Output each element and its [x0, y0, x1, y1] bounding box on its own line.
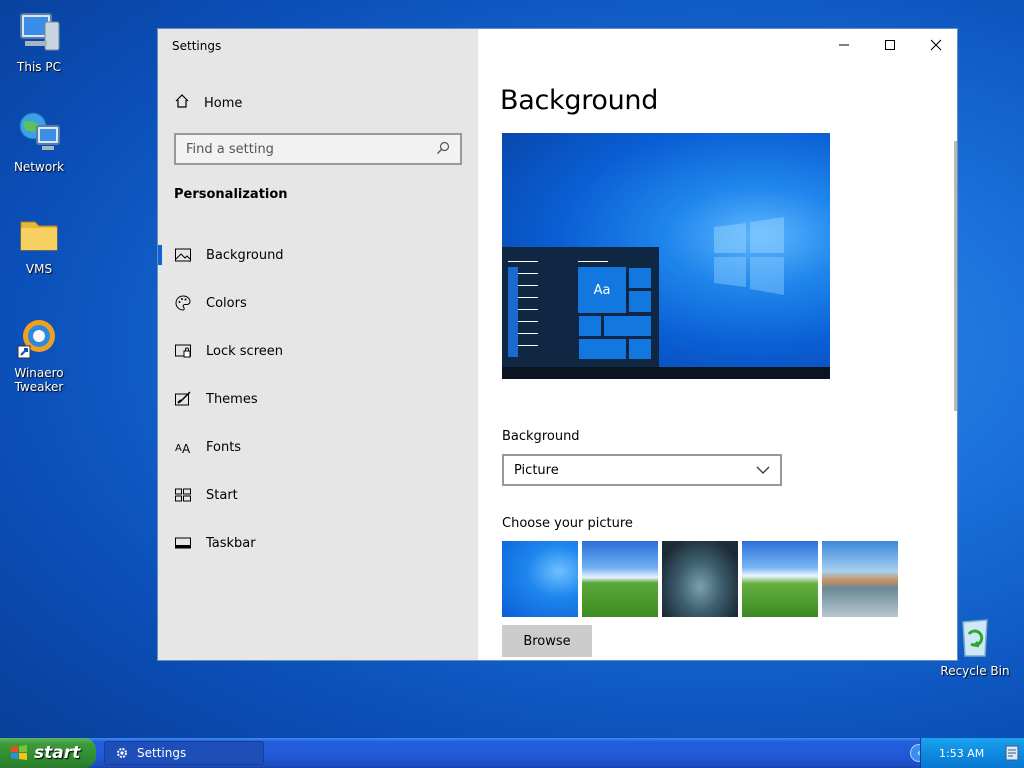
start-button[interactable]: start	[0, 738, 96, 768]
background-type-dropdown[interactable]: Picture	[502, 454, 782, 486]
windows-logo-icon	[714, 217, 784, 295]
close-button[interactable]	[913, 29, 957, 61]
svg-text:A: A	[182, 442, 191, 456]
navigation-pane: Settings Home Personalization Background	[158, 29, 478, 660]
palette-icon	[174, 294, 192, 312]
action-center-icon[interactable]	[1005, 745, 1019, 761]
nav-item-label: Taskbar	[206, 535, 256, 551]
nav-item-themes[interactable]: Themes	[158, 375, 478, 423]
picture-thumbnail[interactable]	[742, 541, 818, 617]
search-icon[interactable]	[436, 140, 450, 159]
browse-button[interactable]: Browse	[502, 625, 592, 657]
picture-thumbnail[interactable]	[822, 541, 898, 617]
taskbar: start Settings ‹ 1:53 AM	[0, 738, 1024, 768]
window-title: Settings	[172, 39, 222, 53]
nav-item-label: Background	[206, 247, 284, 263]
section-heading: Personalization	[174, 187, 288, 202]
background-type-label: Background	[502, 429, 580, 444]
preview-start-menu: Aa	[502, 247, 659, 369]
page-title: Background	[500, 85, 659, 116]
desktop-icon-vms[interactable]: VMS	[1, 210, 77, 276]
nav-item-label: Colors	[206, 295, 247, 311]
nav-item-label: Start	[206, 487, 238, 503]
content-scrollbar[interactable]	[954, 141, 957, 411]
clock[interactable]: 1:53 AM	[939, 747, 984, 760]
picture-thumbnail[interactable]	[502, 541, 578, 617]
desktop-icon-label: VMS	[25, 262, 53, 276]
desktop-icon-label: Network	[13, 160, 65, 174]
background-preview: Aa	[502, 133, 830, 379]
desktop-icon-label: Winaero Tweaker	[14, 366, 64, 394]
chevron-down-icon	[756, 466, 770, 474]
choose-picture-label: Choose your picture	[502, 516, 633, 531]
home-icon	[174, 93, 190, 113]
windows-flag-icon	[11, 745, 27, 760]
gear-icon	[117, 748, 127, 758]
nav-item-label: Themes	[206, 391, 258, 407]
nav-item-label: Lock screen	[206, 343, 283, 359]
start-icon	[174, 486, 192, 504]
nav-home-label: Home	[204, 95, 243, 111]
desktop-icon-winaero-tweaker[interactable]: Winaero Tweaker	[1, 314, 77, 394]
nav-item-background[interactable]: Background	[158, 231, 478, 279]
network-icon	[15, 108, 63, 156]
picture-thumbnail[interactable]	[662, 541, 738, 617]
close-icon	[930, 39, 942, 51]
minimize-button[interactable]	[821, 29, 867, 61]
nav-item-lock-screen[interactable]: Lock screen	[158, 327, 478, 375]
nav-item-taskbar[interactable]: Taskbar	[158, 519, 478, 567]
picture-thumbnails	[502, 541, 898, 617]
background-icon	[174, 246, 192, 264]
fonts-icon: AA	[174, 438, 192, 456]
preview-taskbar	[502, 367, 830, 379]
desktop-icon-this-pc[interactable]: This PC	[1, 8, 77, 74]
search-box[interactable]	[174, 133, 462, 165]
svg-text:A: A	[175, 443, 182, 454]
minimize-icon	[839, 44, 849, 46]
winaero-tweaker-icon	[15, 314, 63, 362]
lock-screen-icon	[174, 342, 192, 360]
desktop-icon-network[interactable]: Network	[1, 108, 77, 174]
nav-home[interactable]: Home	[174, 91, 242, 115]
desktop-icon-label: This PC	[17, 60, 61, 74]
maximize-button[interactable]	[867, 29, 913, 61]
system-tray: 1:53 AM	[920, 738, 1024, 768]
taskbar-item-label: Settings	[137, 746, 187, 760]
nav-item-colors[interactable]: Colors	[158, 279, 478, 327]
nav-item-label: Fonts	[206, 439, 242, 455]
taskbar-icon	[174, 534, 192, 552]
nav-list: Background Colors Lock screen Themes A A…	[158, 231, 478, 567]
recycle-bin-icon	[951, 612, 999, 660]
maximize-icon	[885, 40, 895, 50]
taskbar-item-settings[interactable]: Settings	[104, 741, 264, 765]
nav-item-fonts[interactable]: AA Fonts	[158, 423, 478, 471]
settings-window: Settings Home Personalization Background	[157, 28, 958, 661]
folder-icon	[15, 210, 63, 258]
search-input[interactable]	[186, 141, 436, 157]
themes-icon	[174, 390, 192, 408]
desktop-icon-label: Recycle Bin	[940, 664, 1010, 678]
preview-tile: Aa	[578, 267, 626, 313]
dropdown-value: Picture	[514, 462, 559, 478]
nav-item-start[interactable]: Start	[158, 471, 478, 519]
computer-icon	[15, 8, 63, 56]
start-label: start	[34, 743, 81, 763]
picture-thumbnail[interactable]	[582, 541, 658, 617]
